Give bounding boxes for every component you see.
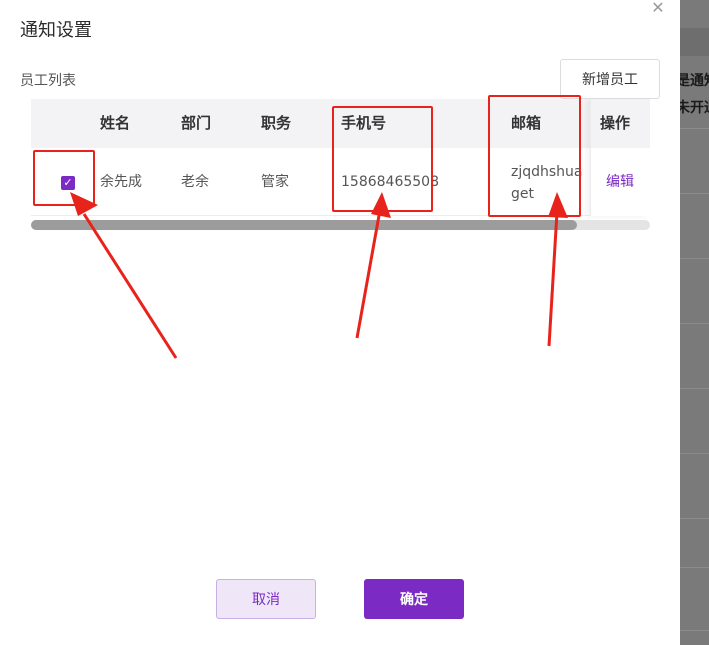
dialog-title: 通知设置 — [20, 20, 92, 41]
column-header-actions: 操作 — [591, 99, 650, 148]
column-header-position: 职务 — [261, 114, 292, 132]
cell-department: 老余 — [181, 174, 209, 190]
annotation-box-phone — [332, 106, 433, 212]
confirm-button[interactable]: 确定 — [364, 579, 464, 619]
background-page: 是通知 未开通 — [676, 0, 709, 645]
background-divider — [680, 388, 709, 389]
scrollbar-thumb[interactable] — [31, 220, 577, 230]
background-text-2: 未开通 — [676, 100, 709, 116]
cell-name: 余先成 — [100, 174, 142, 190]
column-header-name: 姓名 — [100, 114, 131, 132]
employee-list-label: 员工列表 — [20, 73, 76, 89]
actions-column: 操作 编辑 — [590, 99, 650, 216]
cell-position: 管家 — [261, 174, 289, 190]
close-icon[interactable]: ✕ — [650, 0, 666, 16]
background-divider — [680, 630, 709, 631]
horizontal-scrollbar[interactable] — [31, 220, 650, 230]
background-divider — [680, 128, 709, 129]
screen: 是通知 未开通 ✕ 通知设置 员工列表 新增员工 姓名 部门 职务 手机号 邮箱… — [0, 0, 709, 645]
background-divider — [680, 518, 709, 519]
add-employee-button[interactable]: 新增员工 — [560, 59, 660, 99]
background-divider — [680, 193, 709, 194]
background-divider — [680, 323, 709, 324]
background-text-1: 是通知 — [676, 73, 709, 89]
background-divider — [680, 453, 709, 454]
background-divider — [680, 567, 709, 568]
cancel-button[interactable]: 取消 — [216, 579, 316, 619]
edit-link[interactable]: 编辑 — [606, 148, 634, 216]
background-divider — [680, 258, 709, 259]
background-header-strip — [680, 28, 709, 56]
column-header-department: 部门 — [181, 114, 212, 132]
annotation-box-email — [488, 95, 581, 217]
annotation-box-checkbox — [33, 150, 95, 206]
